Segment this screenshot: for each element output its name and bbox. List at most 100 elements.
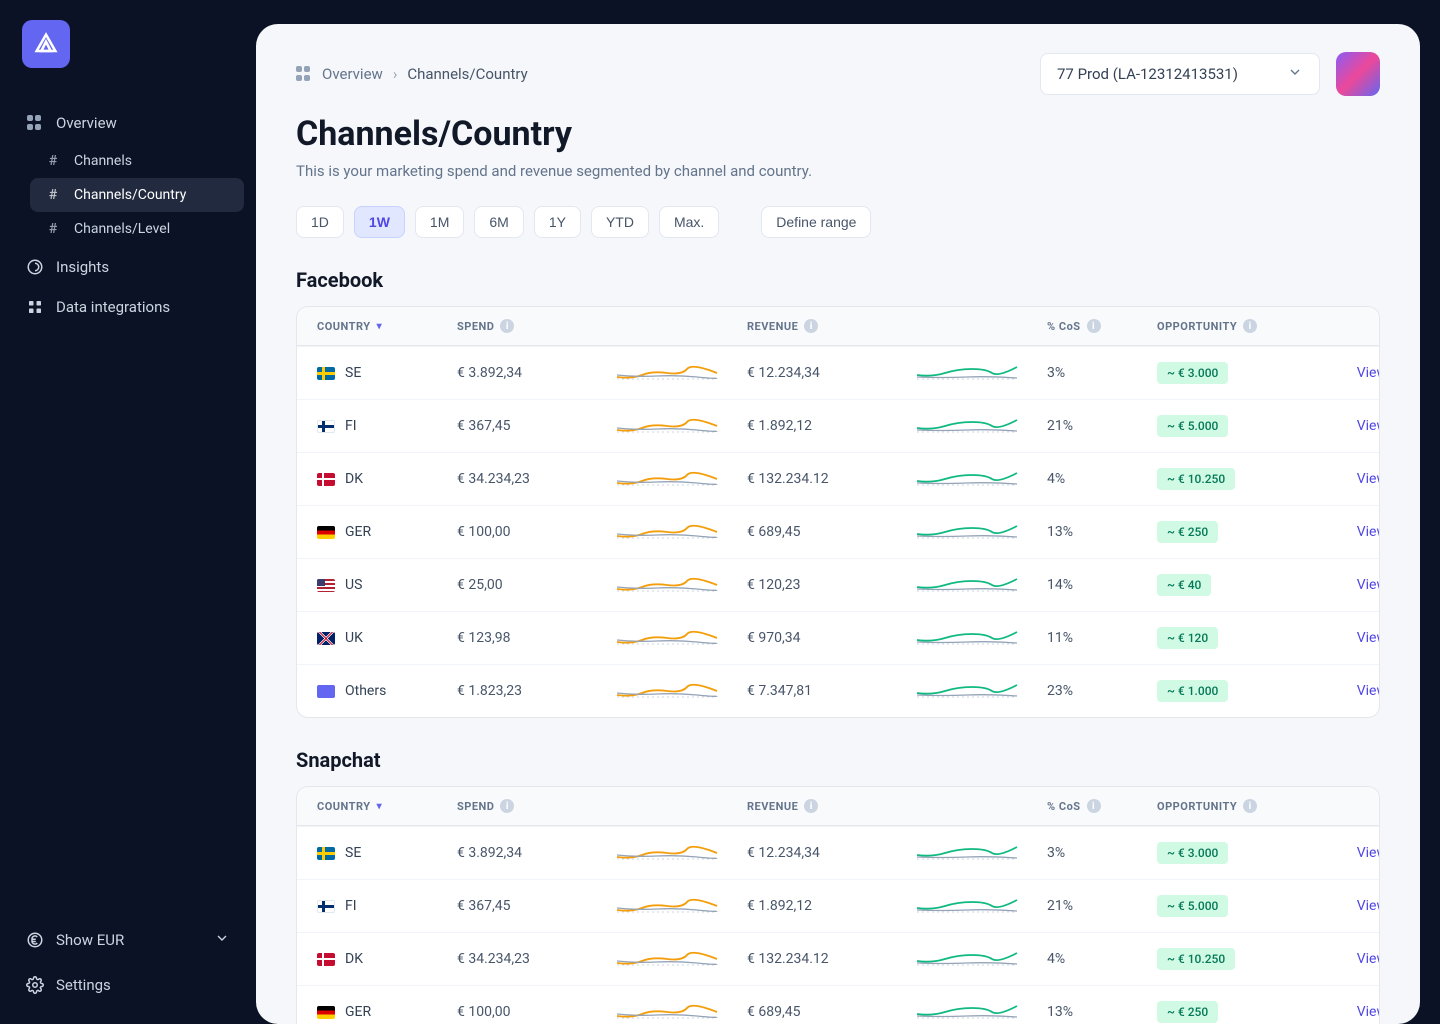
country-cell: DK xyxy=(317,951,447,967)
cos-value: 23% xyxy=(1047,683,1147,699)
breadcrumb-root[interactable]: Overview xyxy=(322,65,383,83)
revenue-value: € 689,45 xyxy=(747,1004,887,1020)
view-link[interactable]: View xyxy=(1307,951,1380,967)
table-row: FI € 367,45 € 1.892,12 21% ~ € 5.000 Vie… xyxy=(297,879,1379,932)
view-link[interactable]: View xyxy=(1307,898,1380,914)
app-logo[interactable] xyxy=(22,20,70,68)
settings-link[interactable]: Settings xyxy=(12,966,244,1004)
revenue-sparkline xyxy=(897,892,1037,916)
info-icon[interactable]: i xyxy=(500,319,514,333)
hash-icon: # xyxy=(44,220,62,238)
sort-icon: ▾ xyxy=(377,801,383,812)
view-link[interactable]: View xyxy=(1307,471,1380,487)
spend-sparkline xyxy=(597,571,737,595)
view-link[interactable]: View xyxy=(1307,524,1380,540)
col-revenue[interactable]: REVENUE i xyxy=(747,799,887,813)
info-icon[interactable]: i xyxy=(1087,319,1101,333)
range-1m[interactable]: 1M xyxy=(415,206,464,238)
sidebar-item-channels-level[interactable]: # Channels/Level xyxy=(30,212,244,246)
view-link[interactable]: View xyxy=(1307,418,1380,434)
opportunity-badge: ~ € 250 xyxy=(1157,521,1218,543)
country-cell: FI xyxy=(317,898,447,914)
nav: Overview # Channels # Channels/Country #… xyxy=(12,104,244,920)
revenue-value: € 120,23 xyxy=(747,577,887,593)
nav-label: Insights xyxy=(56,258,109,276)
nav-label: Channels/Level xyxy=(74,221,170,237)
account-selector[interactable]: 77 Prod (LA-12312413531) xyxy=(1040,53,1320,95)
spend-value: € 3.892,34 xyxy=(457,845,587,861)
info-icon[interactable]: i xyxy=(804,799,818,813)
sidebar-item-insights[interactable]: Insights xyxy=(12,248,244,286)
revenue-sparkline xyxy=(897,412,1037,436)
view-link[interactable]: View xyxy=(1307,577,1380,593)
range-custom[interactable]: Define range xyxy=(761,206,871,238)
opportunity-badge: ~ € 5.000 xyxy=(1157,895,1228,917)
info-icon[interactable]: i xyxy=(804,319,818,333)
spend-value: € 100,00 xyxy=(457,1004,587,1020)
euro-icon xyxy=(26,931,44,949)
view-link[interactable]: View xyxy=(1307,630,1380,646)
sidebar: Overview # Channels # Channels/Country #… xyxy=(0,0,256,1024)
spend-value: € 123,98 xyxy=(457,630,587,646)
revenue-value: € 132.234.12 xyxy=(747,471,887,487)
info-icon[interactable]: i xyxy=(1087,799,1101,813)
table-row: DK € 34.234,23 € 132.234.12 4% ~ € 10.25… xyxy=(297,932,1379,985)
col-opportunity[interactable]: OPPORTUNITY i xyxy=(1157,799,1297,813)
grid-icon xyxy=(296,66,312,82)
sidebar-item-channels-country[interactable]: # Channels/Country xyxy=(30,178,244,212)
table-row: SE € 3.892,34 € 12.234,34 3% ~ € 3.000 V… xyxy=(297,826,1379,879)
opportunity-badge: ~ € 5.000 xyxy=(1157,415,1228,437)
country-code: GER xyxy=(345,1004,371,1020)
settings-label: Settings xyxy=(56,976,111,994)
sidebar-item-channels[interactable]: # Channels xyxy=(30,144,244,178)
range-1y[interactable]: 1Y xyxy=(534,206,581,238)
revenue-sparkline xyxy=(897,998,1037,1022)
col-spend[interactable]: SPEND i xyxy=(457,319,587,333)
col-cos[interactable]: % CoS i xyxy=(1047,799,1147,813)
col-cos[interactable]: % CoS i xyxy=(1047,319,1147,333)
table-row: SE € 3.892,34 € 12.234,34 3% ~ € 3.000 V… xyxy=(297,346,1379,399)
table-row: FI € 367,45 € 1.892,12 21% ~ € 5.000 Vie… xyxy=(297,399,1379,452)
range-1w[interactable]: 1W xyxy=(354,206,405,238)
opportunity-badge: ~ € 1.000 xyxy=(1157,680,1228,702)
sidebar-item-data-integrations[interactable]: Data integrations xyxy=(12,288,244,326)
col-revenue[interactable]: REVENUE i xyxy=(747,319,887,333)
chevron-down-icon xyxy=(1287,64,1303,84)
flag-fi-icon xyxy=(317,900,335,913)
col-spend[interactable]: SPEND i xyxy=(457,799,587,813)
avatar[interactable] xyxy=(1336,52,1380,96)
view-link[interactable]: View xyxy=(1307,365,1380,381)
range-ytd[interactable]: YTD xyxy=(591,206,649,238)
col-opportunity[interactable]: OPPORTUNITY i xyxy=(1157,319,1297,333)
revenue-sparkline xyxy=(897,359,1037,383)
opportunity-badge: ~ € 40 xyxy=(1157,574,1211,596)
range-6m[interactable]: 6M xyxy=(474,206,523,238)
view-link[interactable]: View xyxy=(1307,1004,1380,1020)
country-cell: UK xyxy=(317,630,447,646)
spend-sparkline xyxy=(597,465,737,489)
range-1d[interactable]: 1D xyxy=(296,206,344,238)
section-snapchat: Snapchat COUNTRY ▾ SPEND i REVENUE i % C… xyxy=(296,748,1380,1024)
opportunity-badge: ~ € 250 xyxy=(1157,1001,1218,1023)
view-link[interactable]: View xyxy=(1307,845,1380,861)
view-link[interactable]: View xyxy=(1307,683,1380,699)
country-code: US xyxy=(345,577,362,593)
gear-icon xyxy=(26,976,44,994)
range-max[interactable]: Max. xyxy=(659,206,719,238)
revenue-sparkline xyxy=(897,624,1037,648)
flag-others-icon xyxy=(317,685,335,698)
col-country[interactable]: COUNTRY ▾ xyxy=(317,320,447,333)
spend-value: € 3.892,34 xyxy=(457,365,587,381)
info-icon[interactable]: i xyxy=(1243,799,1257,813)
currency-toggle[interactable]: Show EUR xyxy=(12,920,244,960)
info-icon[interactable]: i xyxy=(500,799,514,813)
revenue-sparkline xyxy=(897,677,1037,701)
sidebar-item-overview[interactable]: Overview xyxy=(12,104,244,142)
flag-us-icon xyxy=(317,579,335,592)
col-country[interactable]: COUNTRY ▾ xyxy=(317,800,447,813)
spend-sparkline xyxy=(597,998,737,1022)
opportunity-badge: ~ € 10.250 xyxy=(1157,468,1235,490)
info-icon[interactable]: i xyxy=(1243,319,1257,333)
sort-icon: ▾ xyxy=(377,321,383,332)
spend-value: € 34.234,23 xyxy=(457,951,587,967)
